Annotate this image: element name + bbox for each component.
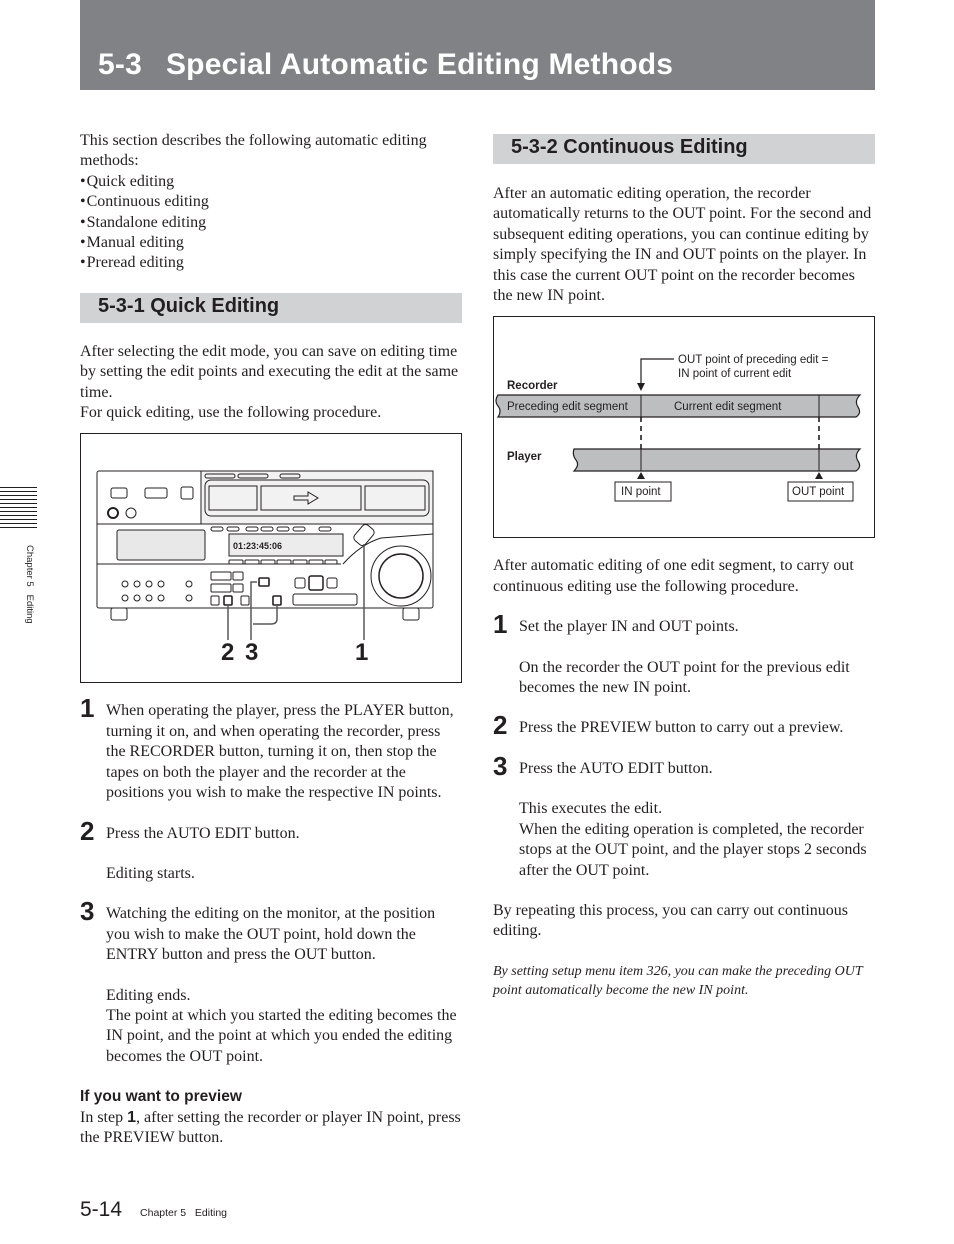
section-heading-continuous-editing: 5-3-2 Continuous Editing [493,134,875,164]
left-column: This section describes the following aut… [80,131,462,1148]
section-heading-quick-editing: 5-3-1 Quick Editing [80,292,462,323]
out-button [272,595,282,607]
audio-level-knobs [121,580,193,602]
eject-button [180,486,194,500]
step-number: 3 [493,750,508,781]
quick-editing-paragraph: After selecting the edit mode, you can s… [80,342,459,401]
continuous-procedure-intro: After automatic editing of one edit segm… [493,557,854,595]
edit-timeline-diagram: OUT point of preceding edit = IN point o… [493,316,875,539]
page-title: 5-3 Special Automatic Editing Methods [98,48,673,82]
annotation-line-1: OUT point of preceding edit = [678,354,829,366]
continuous-step-1: 1 Set the player IN and OUT points. On t… [493,609,875,698]
section-heading-text: 5-3-2 Continuous Editing [511,136,748,158]
preview-text-before: In step [80,1108,128,1126]
step-result-detail: The point at which you started the editi… [106,1006,457,1065]
preview-text: In step 1, after setting the recorder or… [80,1108,462,1149]
section-number: 5-3 [98,48,142,81]
callout-3: 3 [245,639,258,666]
list-item: Continuous editing [80,192,462,212]
transport-buttons [292,593,358,606]
page-number: 5-14 [80,1198,123,1221]
step-result: Editing starts. [106,864,195,882]
continuous-closing: By repeating this process, you can carry… [493,901,849,940]
step-number: 2 [80,815,95,846]
step-text: Press the AUTO EDIT button. [519,759,713,777]
step-result-detail: When the editing operation is completed,… [519,820,867,879]
in-point-label: IN point [621,486,661,498]
methods-list: Quick editing Continuous editing Standal… [80,172,462,274]
vtr-front-panel-figure: 01:23:45:06 2 3 1 [80,433,462,684]
step-number: 3 [80,896,95,927]
preview-text-after: , after setting the recorder or player I… [80,1108,461,1146]
list-item: Manual editing [80,233,462,253]
continuous-step-3: 3 Press the AUTO EDIT button. This execu… [493,750,875,881]
list-item: Standalone editing [80,213,462,233]
continuous-step-2: 2 Press the PREVIEW button to carry out … [493,710,875,741]
quick-step-2: 2 Press the AUTO EDIT button. Editing st… [80,815,462,885]
callout-2: 2 [221,639,234,666]
page-footer: 5-14 Chapter 5 Editing [80,1198,227,1222]
annotation-line-2: IN point of current edit [678,368,792,380]
annotation-leader [640,358,674,386]
list-item: Preread editing [80,253,462,273]
player-label: Player [507,451,542,463]
thumb-tab-lines [0,487,37,528]
auto-edit-button [223,595,233,607]
vtr-illustration: 01:23:45:06 2 3 1 [96,470,434,666]
quick-step-3: 3 Watching the editing on the monitor, a… [80,896,462,1067]
step-text: Press the AUTO EDIT button. [106,824,300,842]
list-item: Quick editing [80,172,462,192]
step-number: 1 [493,609,508,640]
step-result: Editing ends. [106,986,191,1004]
section-heading-text: 5-3-1 Quick Editing [98,294,280,317]
step-text: When operating the player, press the PLA… [106,702,454,802]
setup-menu-note: By setting setup menu item 326, you can … [493,963,863,998]
footer-chapter: Chapter 5 Editing [140,1207,227,1219]
step-result: This executes the edit. [519,800,663,818]
step-number: 1 [80,693,95,724]
timecode-text: 01:23:45:06 [233,541,282,551]
intro-paragraph: This section describes the following aut… [80,132,427,170]
entry-button [258,577,270,588]
function-button-row [228,559,338,565]
step-text: Watching the editing on the monitor, at … [106,905,436,964]
chapter-thumb-tab [0,487,37,531]
callout-1: 1 [355,639,368,666]
preceding-segment-label: Preceding edit segment [507,401,629,413]
timeline-svg: OUT point of preceding edit = IN point o… [495,354,862,502]
section-title: Special Automatic Editing Methods [165,48,674,81]
quick-step-1: 1 When operating the player, press the P… [80,693,462,803]
in-point-marker-icon [637,472,645,480]
section-title-bar: 5-3 Special Automatic Editing Methods [80,0,875,90]
player-tape-bar [572,448,862,473]
quick-editing-procedure-intro: For quick editing, use the following pro… [80,404,382,422]
stop-button [308,575,324,592]
out-point-marker-icon [815,472,823,480]
lcd-panel [116,529,206,561]
right-column: 5-3-2 Continuous Editing After an automa… [493,134,875,1000]
player-recorder-buttons [353,524,375,547]
step-number: 2 [493,710,508,741]
preview-subheading: If you want to preview [80,1088,242,1106]
current-segment-label: Current edit segment [674,401,782,413]
step-text: Set the player IN and OUT points. [519,618,739,636]
step-text: Press the PREVIEW button to carry out a … [519,719,844,737]
annotation-arrowhead-icon [637,383,645,392]
step-result: On the recorder the OUT point for the pr… [519,658,850,697]
out-point-label: OUT point [792,486,845,498]
side-chapter-label: Chapter 5 Editing [24,545,35,624]
jog-dial [370,545,432,607]
preview-step-ref: 1 [127,1108,137,1126]
continuous-intro: After an automatic editing operation, th… [493,185,872,305]
recorder-label: Recorder [507,380,558,392]
